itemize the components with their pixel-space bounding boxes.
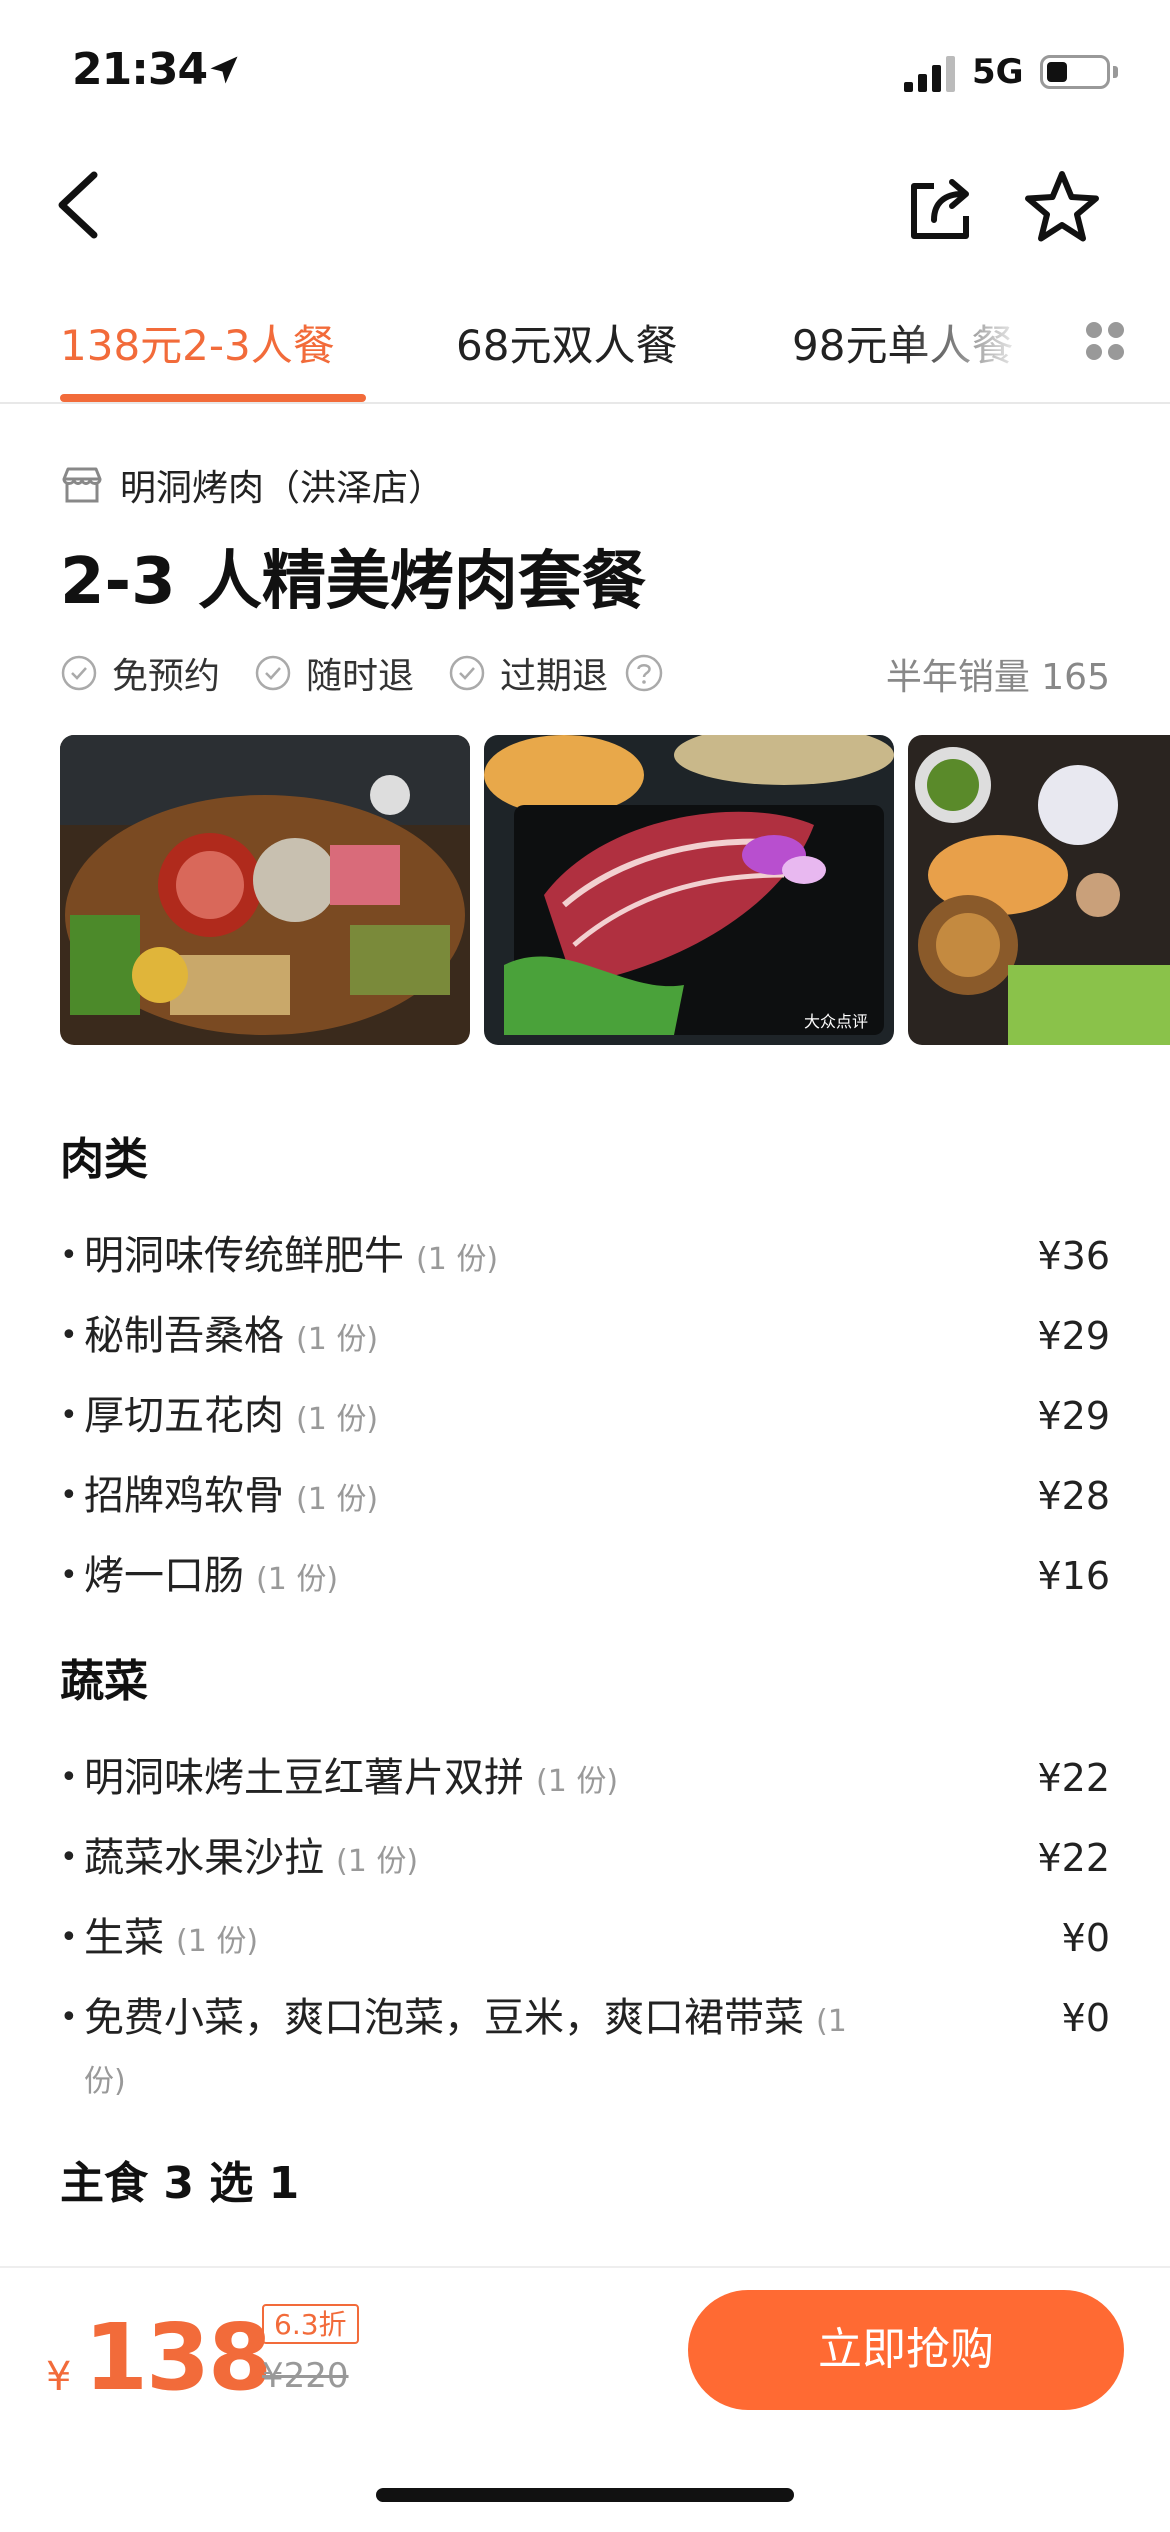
- section-title: 主食 3 选 1: [60, 2158, 300, 2209]
- item-price: ¥28: [1037, 1474, 1110, 1518]
- item-price: ¥22: [1037, 1836, 1110, 1880]
- back-button[interactable]: [44, 165, 114, 245]
- photo-gallery[interactable]: 大众点评: [60, 735, 1170, 1045]
- marbled-beef-photo: 大众点评: [484, 735, 894, 1045]
- deal-title: 2-3 人精美烤肉套餐: [60, 545, 646, 619]
- menu-item: 厚切五花肉 (1 份) ¥29: [60, 1388, 1110, 1448]
- deal-price: 138: [84, 2304, 272, 2411]
- item-price: ¥0: [1061, 1996, 1110, 2040]
- item-price: ¥36: [1037, 1234, 1110, 1278]
- item-name: 生菜: [84, 1915, 164, 1961]
- check-circle-icon: [449, 655, 485, 691]
- original-price: ¥220: [262, 2356, 349, 2396]
- status-bar: 21:34 5G: [0, 0, 1170, 140]
- discount-badge: 6.3折: [262, 2304, 359, 2344]
- item-name: 厚切五花肉: [84, 1393, 284, 1439]
- item-name: 秘制吾桑格: [84, 1313, 284, 1359]
- home-indicator: [376, 2488, 794, 2502]
- deal-tags: 免预约 随时退 过期退: [60, 648, 664, 698]
- item-name: 明洞味烤土豆红薯片双拼: [84, 1755, 524, 1801]
- section-title: 肉类: [60, 1134, 148, 1185]
- item-qty: (1 份): [536, 1764, 619, 1799]
- share-button[interactable]: [900, 168, 980, 248]
- item-price: ¥16: [1037, 1554, 1110, 1598]
- location-arrow-icon: [210, 56, 238, 84]
- currency-symbol: ¥: [46, 2354, 72, 2400]
- menu-section-staple: 主食 3 选 1: [60, 2144, 1110, 2224]
- gallery-photo-2[interactable]: 大众点评: [484, 735, 894, 1045]
- item-price: ¥29: [1037, 1394, 1110, 1438]
- menu-list: 肉类 明洞味传统鲜肥牛 (1 份) ¥36 秘制吾桑格 (1 份) ¥29 厚切五花肉 (…: [60, 1120, 1110, 2258]
- tag-label: 随时退: [306, 656, 415, 697]
- menu-item: 明洞味烤土豆红薯片双拼 (1 份) ¥22: [60, 1750, 1110, 1810]
- favorite-button[interactable]: [1020, 166, 1104, 250]
- item-price: ¥29: [1037, 1314, 1110, 1358]
- check-circle-icon: [255, 655, 291, 691]
- item-price: ¥22: [1037, 1756, 1110, 1800]
- item-qty: (1 份): [416, 1242, 499, 1277]
- tag-label: 过期退: [500, 656, 609, 697]
- battery-fill: [1047, 62, 1067, 82]
- menu-section-meat: 肉类 明洞味传统鲜肥牛 (1 份) ¥36 秘制吾桑格 (1 份) ¥29 厚切五花肉 (…: [60, 1120, 1110, 1608]
- tab-fade: [900, 300, 1050, 400]
- tag-refund-anytime: 随时退: [254, 647, 414, 699]
- signal-icon: [904, 56, 955, 92]
- sales-count: 半年销量 165: [885, 657, 1110, 698]
- item-qty: (1 份): [176, 1924, 259, 1959]
- buy-now-button[interactable]: 立即抢购: [688, 2290, 1124, 2410]
- item-name: 明洞味传统鲜肥牛: [84, 1233, 404, 1279]
- item-qty: (1 份): [296, 1322, 379, 1357]
- section-title: 蔬菜: [60, 1656, 148, 1707]
- status-time: 21:34: [72, 44, 208, 95]
- gallery-photo-1[interactable]: [60, 735, 470, 1045]
- more-tabs-button[interactable]: [1080, 314, 1130, 374]
- item-qty: (1 份): [296, 1402, 379, 1437]
- menu-item: 生菜 (1 份) ¥0: [60, 1910, 1110, 1970]
- item-name: 烤一口肠: [84, 1553, 244, 1599]
- store-icon: [62, 467, 102, 503]
- tag-expiry-refund: 过期退: [448, 647, 608, 699]
- item-price: ¥0: [1061, 1916, 1110, 1960]
- tab-68-package[interactable]: 68元双人餐: [456, 312, 677, 373]
- item-qty: (1 份): [336, 1844, 419, 1879]
- item-name: 招牌鸡软骨: [84, 1473, 284, 1519]
- menu-item: 明洞味传统鲜肥牛 (1 份) ¥36: [60, 1228, 1110, 1288]
- package-tabs: 138元2-3人餐 68元双人餐 98元单人餐: [0, 300, 1170, 404]
- menu-section-vegetables: 蔬菜 明洞味烤土豆红薯片双拼 (1 份) ¥22 蔬菜水果沙拉 (1 份) ¥22 生菜…: [60, 1642, 1110, 2110]
- menu-item: 烤一口肠 (1 份) ¥16: [60, 1548, 1110, 1608]
- menu-item: 蔬菜水果沙拉 (1 份) ¥22: [60, 1830, 1110, 1890]
- question-circle-icon[interactable]: [624, 653, 664, 693]
- battery-icon: [1040, 55, 1110, 89]
- item-name: 蔬菜水果沙拉: [84, 1835, 324, 1881]
- shop-name: 明洞烤肉（洪泽店）: [120, 468, 445, 509]
- tag-label: 免预约: [112, 656, 221, 697]
- watermark-text: 大众点评: [804, 1012, 868, 1031]
- item-qty: (1 份): [296, 1482, 379, 1517]
- battery-tip: [1113, 66, 1118, 78]
- item-name: 免费小菜，爽口泡菜，豆米，爽口裙带菜: [84, 1995, 804, 2041]
- check-circle-icon: [61, 655, 97, 691]
- item-qty: (1 份): [256, 1562, 339, 1597]
- tab-138-package[interactable]: 138元2-3人餐: [60, 312, 335, 373]
- active-tab-indicator: [60, 394, 366, 402]
- bbq-table-photo: [60, 735, 470, 1045]
- menu-item: 秘制吾桑格 (1 份) ¥29: [60, 1308, 1110, 1368]
- side-dishes-photo: [908, 735, 1170, 1045]
- gallery-photo-3[interactable]: [908, 735, 1170, 1045]
- shop-link[interactable]: 明洞烤肉（洪泽店）: [60, 460, 444, 510]
- menu-item: 招牌鸡软骨 (1 份) ¥28: [60, 1468, 1110, 1528]
- menu-item: 免费小菜，爽口泡菜，豆米，爽口裙带菜(1 份)¥0: [60, 1990, 1110, 2110]
- tag-no-reservation: 免预约: [60, 647, 220, 699]
- network-type: 5G: [972, 52, 1024, 92]
